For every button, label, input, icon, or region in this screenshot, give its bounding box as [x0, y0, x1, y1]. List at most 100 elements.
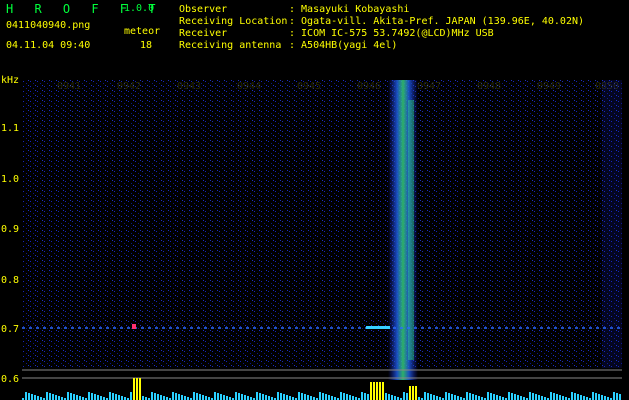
y-tick-0-6: 0.6 [1, 374, 20, 385]
meter-bar [286, 395, 288, 400]
meteor-label: meteor [124, 26, 161, 37]
meter-bar [226, 396, 228, 400]
meter-bar [91, 393, 93, 400]
meter-bar [616, 393, 618, 400]
meter-bar [115, 394, 117, 400]
meter-bar [130, 392, 132, 400]
meter-bar [37, 396, 39, 400]
meter-bar [172, 392, 174, 400]
meter-bar [391, 395, 393, 400]
meter-bar [205, 396, 207, 400]
meter-bar [469, 393, 471, 400]
meter-bar [553, 393, 555, 400]
meter-bar [76, 395, 78, 400]
y-tick-0-8: 0.8 [1, 275, 20, 286]
meter-bar [121, 396, 123, 400]
meter-bar [310, 396, 312, 400]
meter-bar [550, 392, 552, 400]
meter-bar [406, 393, 408, 400]
meter-bar [304, 394, 306, 400]
meter-bar [370, 382, 372, 400]
meter-bar [151, 392, 153, 400]
meter-bar [259, 393, 261, 400]
meter-bar [112, 393, 114, 400]
noise-tail [602, 80, 622, 368]
meter-bar [100, 396, 102, 400]
meter-bar [427, 393, 429, 400]
meter-bar [559, 395, 561, 400]
meter-bar [94, 394, 96, 400]
meter-bar [577, 394, 579, 400]
app-version: 1.0.0 [124, 3, 155, 14]
meter-bar [604, 396, 606, 400]
meteor-ping-band [366, 326, 390, 329]
meter-bar [70, 393, 72, 400]
meter-bar [478, 396, 480, 400]
meter-bar [28, 393, 30, 400]
meter-bar [241, 394, 243, 400]
meter-bar [214, 392, 216, 400]
meter-bar [157, 394, 159, 400]
meter-bar [436, 396, 438, 400]
meter-bar [196, 393, 198, 400]
meter-bar [277, 392, 279, 400]
meter-bar [619, 394, 621, 400]
meter-bar [262, 394, 264, 400]
meter-bar [430, 394, 432, 400]
meter-bar [490, 393, 492, 400]
meter-bar [598, 394, 600, 400]
meter-bar [325, 394, 327, 400]
info-antenna-label: Receiving antenna [179, 40, 282, 51]
meter-bar [289, 396, 291, 400]
meter-bar [571, 392, 573, 400]
meter-bar [433, 395, 435, 400]
y-unit-label: kHz [1, 75, 20, 86]
meter-bar [220, 394, 222, 400]
meter-bar [349, 395, 351, 400]
info-observer-label: Observer [179, 4, 228, 15]
meter-bar [412, 386, 414, 400]
meter-bar [424, 392, 426, 400]
signal-meter [22, 378, 621, 400]
meter-bar [178, 394, 180, 400]
meter-bar [508, 392, 510, 400]
meter-bar [580, 395, 582, 400]
meter-bar [466, 392, 468, 400]
y-tick-0-7: 0.7 [1, 324, 20, 335]
meter-bar [472, 394, 474, 400]
meter-bar [532, 393, 534, 400]
meter-bar [583, 396, 585, 400]
meter-bar [223, 395, 225, 400]
meter-bar [538, 395, 540, 400]
meter-bar [529, 392, 531, 400]
meter-bar [322, 393, 324, 400]
meter-bar [25, 392, 27, 400]
meter-bar [394, 396, 396, 400]
meter-bar [154, 393, 156, 400]
meter-bar [556, 394, 558, 400]
meter-bar [160, 395, 162, 400]
meter-bar [382, 382, 384, 400]
meter-bar [52, 394, 54, 400]
meter-bar [514, 394, 516, 400]
meter-bar [181, 395, 183, 400]
meter-bar [58, 396, 60, 400]
meter-bar [613, 392, 615, 400]
meter-bar [373, 382, 375, 400]
info-antenna-value: : A504HB(yagi 4el) [289, 40, 398, 51]
meter-bar [34, 395, 36, 400]
meter-bar [328, 395, 330, 400]
meter-bar [193, 392, 195, 400]
meter-bar [451, 394, 453, 400]
meter-bar [574, 393, 576, 400]
meter-bar [496, 395, 498, 400]
meter-bar [79, 396, 81, 400]
meter-bar [520, 396, 522, 400]
meter-bar [307, 395, 309, 400]
info-location-label: Receiving Location [179, 16, 288, 27]
meter-bar [283, 394, 285, 400]
meter-bar [265, 395, 267, 400]
meter-bar [475, 395, 477, 400]
meter-bar [67, 392, 69, 400]
meter-bar [385, 393, 387, 400]
